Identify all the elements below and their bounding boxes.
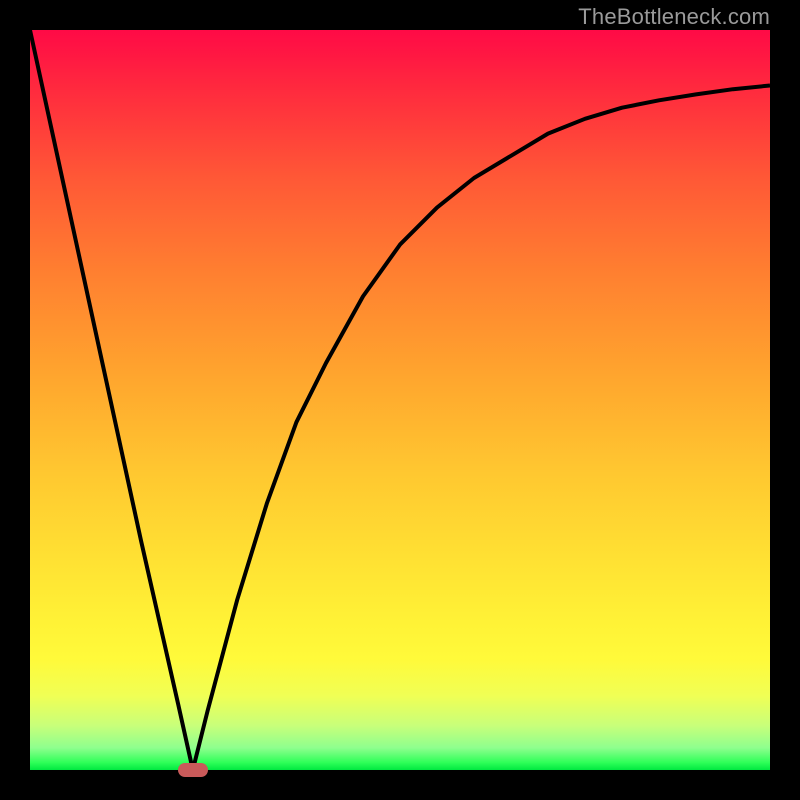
minimum-marker: [178, 763, 208, 777]
plot-area: [30, 30, 770, 770]
bottleneck-curve: [30, 30, 770, 770]
chart-frame: TheBottleneck.com: [0, 0, 800, 800]
curve-svg: [30, 30, 770, 770]
watermark-text: TheBottleneck.com: [578, 4, 770, 30]
